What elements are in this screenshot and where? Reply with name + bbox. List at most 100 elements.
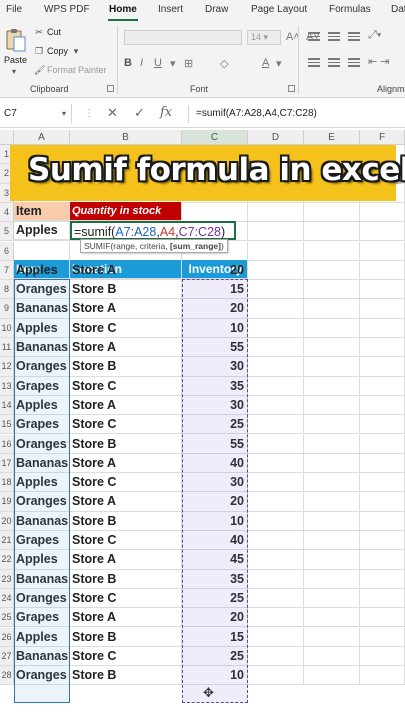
- paste-button[interactable]: Paste: [4, 55, 27, 65]
- item-cell[interactable]: Oranges: [14, 357, 70, 377]
- grid-cell[interactable]: [360, 202, 405, 223]
- row-header[interactable]: 10: [0, 318, 14, 338]
- grid-cell[interactable]: [360, 376, 405, 396]
- tab-home[interactable]: Home: [109, 4, 137, 15]
- align-bottom-icon[interactable]: [348, 32, 360, 42]
- grid-cell[interactable]: [14, 241, 70, 261]
- grid-cell[interactable]: [304, 202, 360, 223]
- grid-cell[interactable]: [360, 434, 405, 454]
- grid-cell[interactable]: [304, 511, 360, 531]
- inventory-cell[interactable]: 20: [182, 608, 248, 628]
- row-header[interactable]: 11: [0, 338, 14, 358]
- item-cell[interactable]: Bananas: [14, 646, 70, 667]
- grid-cell[interactable]: [304, 376, 360, 396]
- row-header[interactable]: 5: [0, 222, 14, 242]
- location-cell[interactable]: Store C: [70, 318, 182, 338]
- item-cell[interactable]: Bananas: [14, 453, 70, 474]
- item-cell[interactable]: Apples: [14, 260, 70, 281]
- tab-insert[interactable]: Insert: [158, 4, 183, 15]
- grid-cell[interactable]: [248, 588, 304, 609]
- inventory-cell[interactable]: 30: [182, 357, 248, 377]
- row-header[interactable]: 9: [0, 299, 14, 319]
- location-cell[interactable]: Store A: [70, 550, 182, 570]
- grid-cell[interactable]: [248, 550, 304, 570]
- underline-icon[interactable]: U: [154, 57, 162, 69]
- grid-cell[interactable]: [360, 357, 405, 377]
- formula-edit-cell[interactable]: =sumif(A7:A28,A4,C7:C28): [70, 221, 236, 241]
- grid-cell[interactable]: [248, 627, 304, 647]
- font-color-icon[interactable]: A: [262, 57, 269, 69]
- grid-cell[interactable]: [304, 318, 360, 338]
- grid-cell[interactable]: [248, 608, 304, 628]
- column-header-d[interactable]: D: [248, 130, 304, 145]
- grid-cell[interactable]: [304, 588, 360, 609]
- grid-cell[interactable]: [248, 280, 304, 300]
- item-cell[interactable]: Bananas: [14, 511, 70, 531]
- item-cell[interactable]: Bananas: [14, 569, 70, 589]
- grid-cell[interactable]: [304, 608, 360, 628]
- inventory-cell[interactable]: 20: [182, 299, 248, 319]
- grid-cell[interactable]: [304, 241, 360, 261]
- item-cell[interactable]: Apples: [14, 318, 70, 338]
- grid-cell[interactable]: [360, 473, 405, 493]
- formula-input[interactable]: =sumif(A7:A28,A4,C7:C28): [196, 108, 317, 119]
- row-header[interactable]: 27: [0, 646, 14, 667]
- fill-color-icon[interactable]: ◇: [220, 57, 228, 70]
- item-cell[interactable]: Apples: [14, 550, 70, 570]
- grid-cell[interactable]: [304, 434, 360, 454]
- row-header[interactable]: 4: [0, 202, 14, 223]
- select-all-corner[interactable]: [0, 130, 14, 145]
- inventory-cell[interactable]: 25: [182, 415, 248, 435]
- paste-icon[interactable]: [6, 28, 26, 52]
- chevron-down-icon[interactable]: ▾: [170, 57, 176, 70]
- inventory-cell[interactable]: 10: [182, 511, 248, 531]
- item-cell[interactable]: Apples: [14, 627, 70, 647]
- location-cell[interactable]: Store C: [70, 588, 182, 609]
- location-cell[interactable]: Store A: [70, 338, 182, 358]
- grid-cell[interactable]: [360, 608, 405, 628]
- grid-cell[interactable]: [304, 646, 360, 667]
- row-header[interactable]: 14: [0, 395, 14, 416]
- location-cell[interactable]: Store C: [70, 473, 182, 493]
- row-header[interactable]: 22: [0, 550, 14, 570]
- row-header[interactable]: 18: [0, 473, 14, 493]
- grid-cell[interactable]: [248, 569, 304, 589]
- inventory-cell[interactable]: 25: [182, 646, 248, 667]
- grid-cell[interactable]: [248, 260, 304, 281]
- inventory-cell[interactable]: 15: [182, 280, 248, 300]
- column-header-f[interactable]: F: [360, 130, 405, 145]
- inventory-cell[interactable]: 45: [182, 550, 248, 570]
- item-cell[interactable]: Apples: [14, 395, 70, 416]
- font-size-select[interactable]: 14 ▾: [247, 30, 281, 45]
- font-launcher-icon[interactable]: [288, 85, 295, 92]
- orientation-icon[interactable]: ⤢▾: [368, 29, 381, 42]
- grid-cell[interactable]: [248, 222, 304, 242]
- paste-dropdown-icon[interactable]: ▾: [12, 67, 16, 76]
- grid-cell[interactable]: [360, 511, 405, 531]
- item-cell[interactable]: Grapes: [14, 415, 70, 435]
- grid-cell[interactable]: [304, 531, 360, 551]
- grid-cell[interactable]: [248, 299, 304, 319]
- item-cell[interactable]: Bananas: [14, 338, 70, 358]
- location-cell[interactable]: Store C: [70, 415, 182, 435]
- align-top-icon[interactable]: [308, 32, 320, 42]
- bold-icon[interactable]: B: [124, 57, 132, 69]
- item-cell[interactable]: Apples: [14, 473, 70, 493]
- grid-cell[interactable]: [248, 338, 304, 358]
- grid-cell[interactable]: [304, 550, 360, 570]
- align-right-icon[interactable]: [348, 58, 360, 68]
- grid-cell[interactable]: [248, 453, 304, 474]
- grid-cell[interactable]: [248, 492, 304, 512]
- grid-cell[interactable]: [304, 666, 360, 686]
- column-header-b[interactable]: B: [70, 130, 182, 145]
- insert-function-icon[interactable]: fx: [160, 105, 172, 120]
- item-cell[interactable]: Oranges: [14, 666, 70, 686]
- location-cell[interactable]: Store B: [70, 434, 182, 454]
- column-header-c[interactable]: C: [182, 130, 248, 145]
- grid-cell[interactable]: [304, 453, 360, 474]
- grid-cell[interactable]: [304, 473, 360, 493]
- row-header[interactable]: 20: [0, 511, 14, 531]
- row-header[interactable]: 28: [0, 666, 14, 686]
- cancel-icon[interactable]: ✕: [107, 105, 118, 121]
- grid-cell[interactable]: [304, 260, 360, 281]
